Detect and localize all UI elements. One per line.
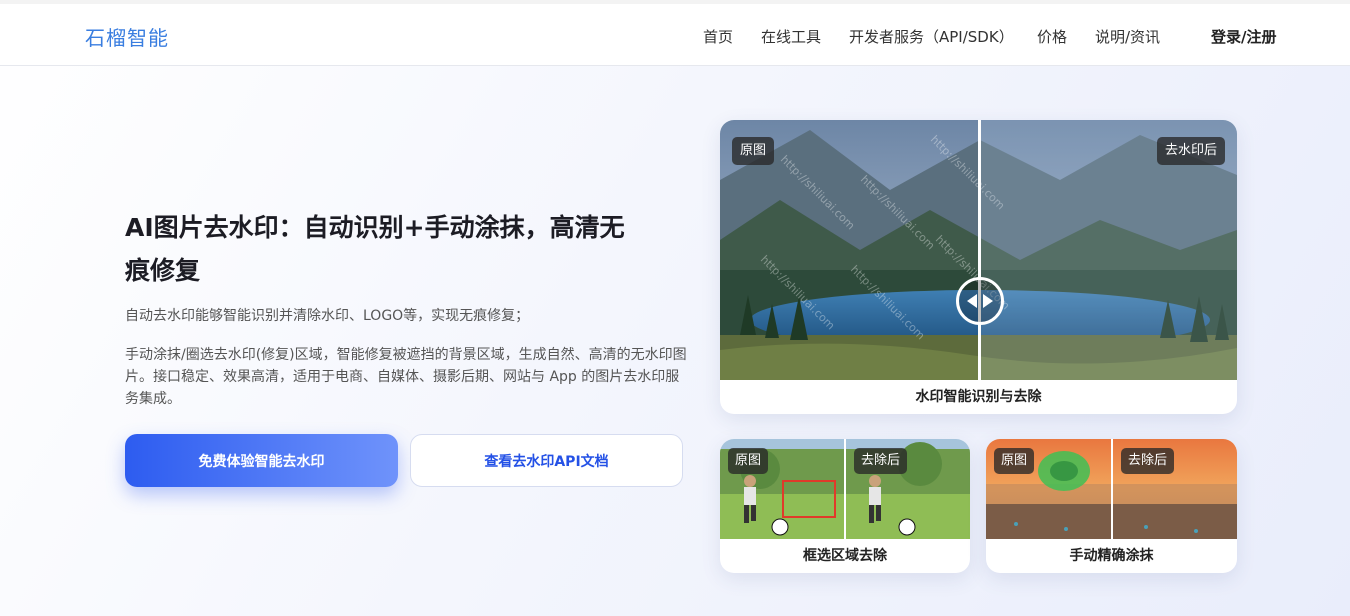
login-register-link[interactable]: 登录/注册 (1211, 26, 1276, 47)
hero-description-manual: 手动涂抹/圈选去水印(修复)区域，智能修复被遮挡的背景区域，生成自然、高清的无水… (125, 347, 687, 407)
try-free-button[interactable]: 免费体验智能去水印 (125, 434, 398, 487)
brand-logo[interactable]: 石榴智能 (85, 22, 169, 51)
badge-watermark-removed: 去水印后 (1156, 137, 1225, 165)
nav-developer-services[interactable]: 开发者服务（API/SDK） (849, 26, 1014, 47)
left-right-arrows-icon (967, 294, 993, 308)
nav-pricing[interactable]: 价格 (1037, 26, 1067, 47)
box-select-removal-card: 原图 去除后 框选区域去除 (720, 439, 970, 573)
nav-home[interactable]: 首页 (703, 26, 733, 47)
main-comparison-card: http://shiliuai.com http://shiliuai.com … (720, 120, 1237, 414)
hero-title: AI图片去水印：自动识别+手动涂抹，高清无 痕修复 (125, 206, 685, 292)
badge-original: 原图 (994, 448, 1035, 474)
hero-title-line2: 痕修复 (125, 256, 201, 285)
api-docs-button[interactable]: 查看去水印API文档 (410, 434, 683, 487)
hero-description-auto: 自动去水印能够智能识别并清除水印、LOGO等，实现无痕修复； (125, 308, 530, 324)
hero-title-line1: AI图片去水印：自动识别+手动涂抹，高清无 (125, 213, 625, 242)
badge-original: 原图 (732, 137, 775, 165)
badge-removed: 去除后 (1121, 448, 1175, 474)
main-card-caption: 水印智能识别与去除 (915, 389, 1042, 405)
box-select-caption: 框选区域去除 (803, 548, 887, 564)
nav-docs-news[interactable]: 说明/资讯 (1095, 26, 1160, 47)
manual-brush-caption: 手动精确涂抹 (1069, 548, 1154, 564)
badge-removed: 去除后 (854, 448, 908, 474)
top-navigation-bar: 石榴智能 首页 在线工具 开发者服务（API/SDK） 价格 说明/资讯 登录/… (0, 4, 1350, 66)
comparison-divider[interactable] (978, 120, 981, 380)
comparison-slider-handle[interactable] (956, 277, 1004, 325)
nav-online-tools[interactable]: 在线工具 (761, 26, 821, 47)
manual-brush-card: 原图 去除后 手动精确涂抹 (986, 439, 1237, 573)
badge-original: 原图 (728, 448, 769, 474)
